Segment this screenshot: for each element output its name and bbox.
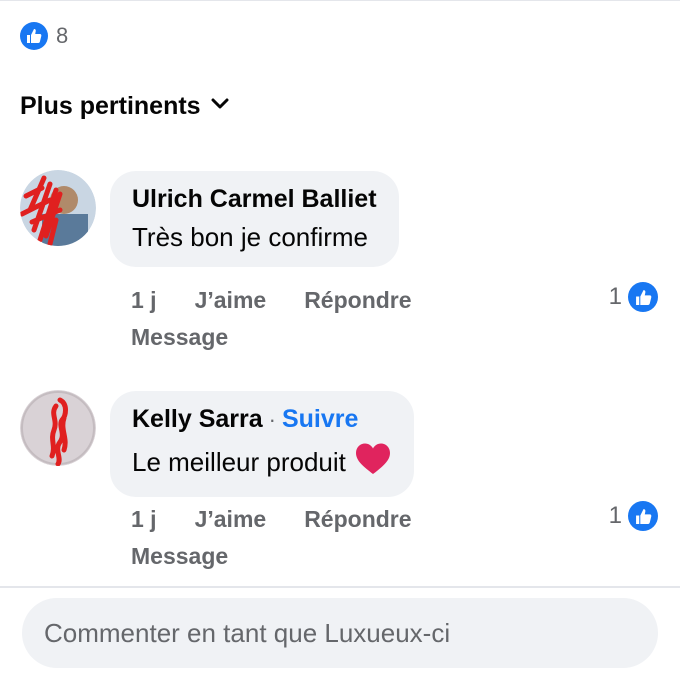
like-icon bbox=[628, 282, 658, 312]
reaction-summary[interactable]: 8 bbox=[20, 22, 68, 50]
comment-text: Très bon je confirme bbox=[132, 222, 377, 253]
comment-actions: 1 j J’aime Répondre bbox=[131, 287, 412, 314]
message-link[interactable]: Message bbox=[131, 543, 228, 570]
top-divider bbox=[0, 0, 680, 1]
reply-link[interactable]: Répondre bbox=[304, 506, 411, 533]
comment-time[interactable]: 1 j bbox=[131, 506, 157, 533]
reaction-count: 8 bbox=[56, 23, 69, 48]
separator-dot: · bbox=[268, 407, 276, 432]
comment-time[interactable]: 1 j bbox=[131, 287, 157, 314]
chevron-down-icon bbox=[211, 97, 229, 116]
reply-link[interactable]: Répondre bbox=[304, 287, 411, 314]
comment-text: Le meilleur produit bbox=[132, 442, 392, 483]
like-icon bbox=[20, 22, 48, 50]
comment-bubble: Kelly Sarra · Suivre Le meilleur produit bbox=[110, 391, 414, 497]
like-icon bbox=[628, 501, 658, 531]
composer-divider bbox=[0, 586, 680, 588]
comment-text-content: Le meilleur produit bbox=[132, 447, 346, 477]
heart-emoji-icon bbox=[354, 442, 392, 483]
comment-reactions[interactable]: 1 bbox=[609, 282, 658, 312]
comment-reaction-count: 1 bbox=[608, 283, 622, 310]
message-link[interactable]: Message bbox=[131, 324, 228, 351]
follow-button[interactable]: Suivre bbox=[282, 405, 358, 434]
comment-author[interactable]: Ulrich Carmel Balliet bbox=[132, 185, 377, 214]
like-link[interactable]: J’aime bbox=[195, 287, 267, 314]
comment-text-content: Très bon je confirme bbox=[132, 222, 369, 252]
sort-label: Plus pertinents bbox=[20, 92, 201, 120]
comment-bubble: Ulrich Carmel Balliet Très bon je confir… bbox=[110, 171, 399, 267]
avatar[interactable] bbox=[20, 170, 96, 246]
sort-dropdown[interactable]: Plus pertinents bbox=[20, 92, 229, 121]
avatar[interactable] bbox=[20, 390, 96, 466]
comment-actions: 1 j J’aime Répondre bbox=[131, 506, 412, 533]
comment-reaction-count: 1 bbox=[608, 502, 622, 529]
comment-reactions[interactable]: 1 bbox=[609, 501, 658, 531]
comment-author[interactable]: Kelly Sarra bbox=[132, 405, 263, 434]
comment-input[interactable] bbox=[44, 617, 658, 649]
like-link[interactable]: J’aime bbox=[195, 506, 267, 533]
comment-composer[interactable] bbox=[22, 598, 658, 668]
